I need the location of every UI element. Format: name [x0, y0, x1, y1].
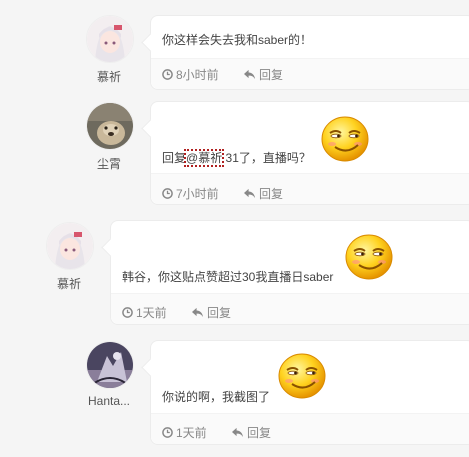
comment-time: 1天前	[122, 304, 167, 321]
reply-button[interactable]: 回复	[243, 66, 283, 83]
time-text: 7小时前	[176, 187, 219, 201]
reply-arrow-icon	[243, 188, 256, 199]
reply-arrow-icon	[231, 427, 244, 438]
reply-button[interactable]: 回复	[243, 185, 283, 202]
avatar[interactable]	[86, 102, 134, 150]
reply-button[interactable]: 回复	[231, 424, 271, 441]
comment-bubble: 回复@慕祈 31了，直播吗？ 7小时前 回复	[141, 101, 469, 205]
reply-label: 回复	[259, 68, 284, 82]
reply-arrow-icon	[191, 307, 204, 318]
username[interactable]: 尘霄	[69, 155, 149, 172]
comment-time: 8小时前	[162, 66, 219, 83]
avatar[interactable]	[86, 341, 134, 389]
time-text: 1天前	[176, 426, 207, 440]
username[interactable]: 慕祈	[69, 68, 149, 85]
reply-label: 回复	[207, 306, 232, 320]
comment-text: 韩谷，你这贴点赞超过30我直播日saber	[122, 270, 334, 284]
comment-bubble: 韩谷，你这贴点赞超过30我直播日saber 1天前 回复	[101, 220, 469, 325]
comment-time: 7小时前	[162, 185, 219, 202]
smirk-emoji-icon	[277, 352, 327, 400]
reply-label: 回复	[259, 187, 284, 201]
time-text: 1天前	[136, 306, 167, 320]
clock-icon	[162, 188, 173, 199]
comment-text: 回复@慕祈 31了，直播吗？	[162, 149, 311, 167]
text-suffix: 31了，直播吗？	[222, 151, 311, 165]
comment-bubble: 你这样会失去我和saber的！ 8小时前 回复	[141, 15, 469, 90]
clock-icon	[162, 69, 173, 80]
avatar[interactable]	[46, 222, 94, 270]
comment-time: 1天前	[162, 424, 207, 441]
comment-text: 你这样会失去我和saber的！	[162, 33, 313, 47]
username[interactable]: Hanta...	[69, 394, 149, 408]
reply-prefix: 回复	[162, 151, 187, 165]
smirk-emoji-icon	[320, 115, 370, 163]
smirk-emoji-icon	[344, 233, 394, 281]
reply-label: 回复	[247, 426, 272, 440]
avatar[interactable]	[86, 15, 134, 63]
time-text: 8小时前	[176, 68, 219, 82]
username[interactable]: 慕祈	[29, 275, 109, 292]
reply-arrow-icon	[243, 69, 256, 80]
reply-button[interactable]: 回复	[191, 304, 231, 321]
clock-icon	[122, 307, 133, 318]
clock-icon	[162, 427, 173, 438]
mention-link[interactable]: @慕祈	[184, 149, 225, 167]
comment-bubble: 你说的啊，我截图了 1天前 回复	[141, 340, 469, 445]
comment-text: 你说的啊，我截图了	[162, 390, 271, 404]
